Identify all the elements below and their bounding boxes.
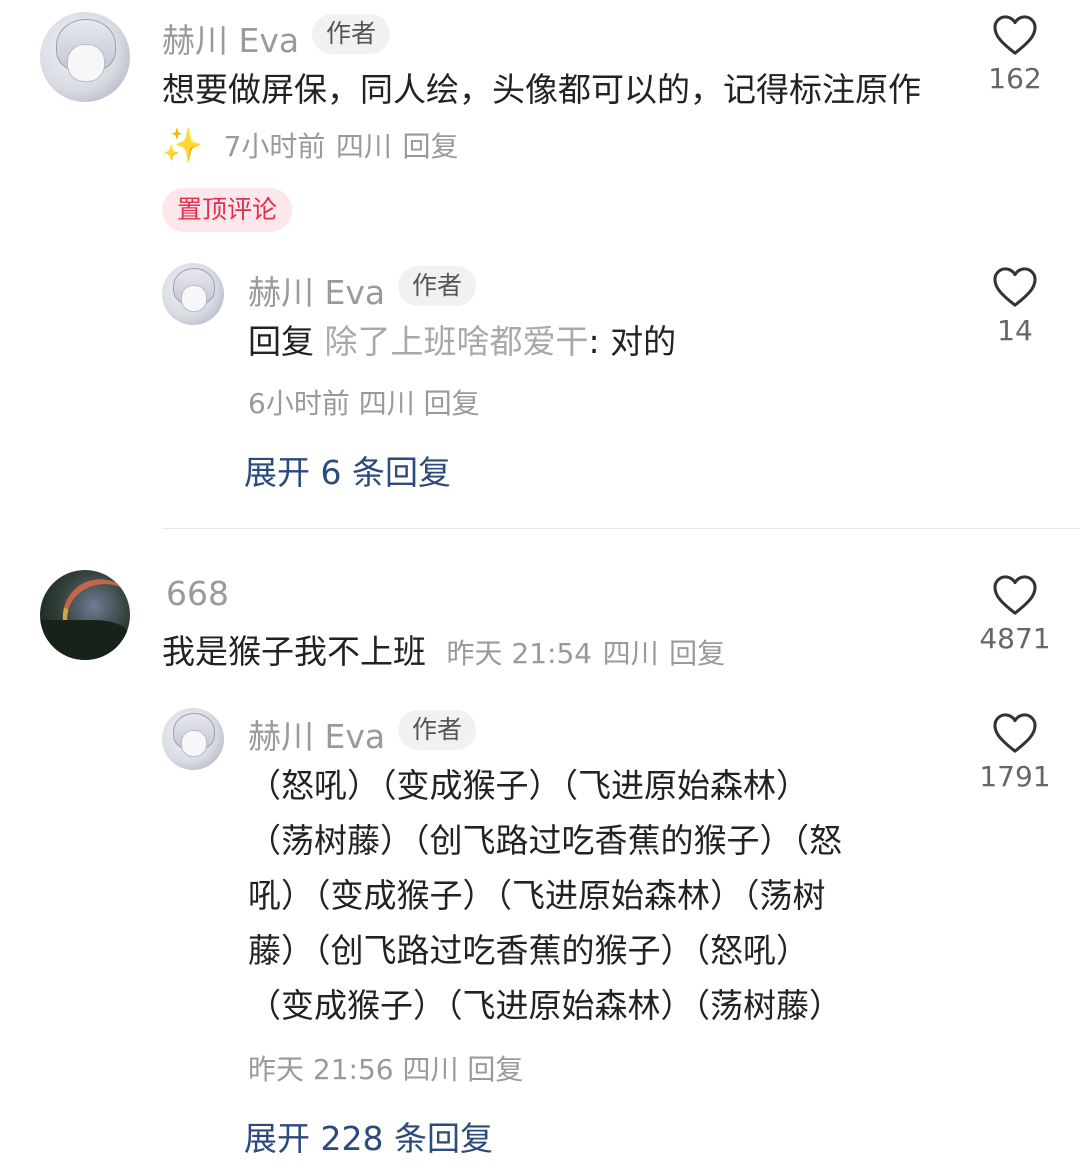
reply-text-line: （变成猴子）（飞进原始森林）（荡树藤） — [248, 986, 842, 1025]
reply-location: 四川 — [358, 387, 415, 420]
comment-username[interactable]: 赫川 Eva — [162, 14, 299, 62]
heart-outline-icon — [993, 713, 1037, 753]
comment-time: 昨天 21:54 — [446, 637, 593, 670]
reply-button[interactable]: 回复 — [467, 1053, 523, 1086]
avatar[interactable] — [40, 570, 130, 660]
comment-text: 想要做屏保，同人绘，头像都可以的，记得标注原作 ✨ 7小时前 四川 回复 — [162, 62, 932, 174]
avatar[interactable] — [162, 708, 224, 770]
heart-outline-icon — [993, 267, 1037, 307]
like-count: 162 — [988, 62, 1042, 95]
reply-button[interactable]: 回复 — [424, 387, 480, 420]
author-badge: 作者 — [398, 710, 477, 750]
reply-prefix: 回复 — [248, 322, 314, 361]
reply-body: : 对的 — [588, 322, 677, 361]
sparkles-emoji: ✨ — [162, 125, 204, 164]
reply-text-line: 藤）（创飞路过吃香蕉的猴子）（怒吼） — [248, 931, 809, 970]
like-button[interactable]: 162 — [965, 14, 1065, 95]
reply-meta: 6小时前 四川 回复 — [248, 382, 480, 422]
comment-time: 7小时前 — [223, 130, 326, 163]
author-badge: 作者 — [312, 14, 391, 54]
avatar[interactable] — [162, 263, 224, 325]
expand-replies-link[interactable]: 展开 228 条回复 — [244, 1112, 493, 1160]
reply-time: 昨天 21:56 — [248, 1053, 394, 1086]
heart-outline-icon — [993, 15, 1037, 55]
heart-outline-icon — [993, 575, 1037, 615]
like-button[interactable]: 14 — [965, 266, 1065, 347]
like-count: 14 — [997, 314, 1033, 347]
comment-body: 我是猴子我不上班 — [162, 632, 426, 671]
like-count: 1791 — [979, 760, 1051, 793]
comment-location: 四川 — [602, 637, 659, 670]
reply-time: 6小时前 — [248, 387, 350, 420]
reply-to-username[interactable]: 除了上班啥都爱干 — [325, 322, 589, 361]
author-badge: 作者 — [398, 266, 477, 306]
reply-location: 四川 — [402, 1053, 459, 1086]
like-button[interactable]: 1791 — [965, 712, 1065, 793]
reply-meta: 昨天 21:56 四川 回复 — [248, 1048, 523, 1088]
divider — [162, 528, 1080, 529]
expand-replies-link[interactable]: 展开 6 条回复 — [244, 446, 451, 494]
reply-button[interactable]: 回复 — [669, 637, 725, 670]
comment-body: 想要做屏保，同人绘，头像都可以的，记得标注原作 — [162, 70, 921, 109]
reply-text: 回复 除了上班啥都爱干: 对的 — [248, 314, 938, 369]
reply-text: （怒吼）（变成猴子）（飞进原始森林） （荡树藤）（创飞路过吃香蕉的猴子）（怒 吼… — [248, 758, 948, 1033]
comment-text: 我是猴子我不上班 昨天 21:54 四川 回复 — [162, 624, 942, 681]
pinned-badge: 置顶评论 — [162, 188, 293, 232]
reply-text-line: 吼）（变成猴子）（飞进原始森林）（荡树 — [248, 876, 826, 915]
comment-location: 四川 — [335, 130, 392, 163]
reply-username[interactable]: 赫川 Eva — [248, 710, 385, 758]
reply-button[interactable]: 回复 — [402, 130, 458, 163]
comment-username[interactable]: 668 — [166, 574, 229, 613]
reply-text-line: （荡树藤）（创飞路过吃香蕉的猴子）（怒 — [248, 821, 842, 860]
reply-text-line: （怒吼）（变成猴子）（飞进原始森林） — [248, 766, 809, 805]
avatar[interactable] — [40, 12, 130, 102]
reply-username[interactable]: 赫川 Eva — [248, 266, 385, 314]
like-count: 4871 — [979, 622, 1051, 655]
like-button[interactable]: 4871 — [965, 574, 1065, 655]
